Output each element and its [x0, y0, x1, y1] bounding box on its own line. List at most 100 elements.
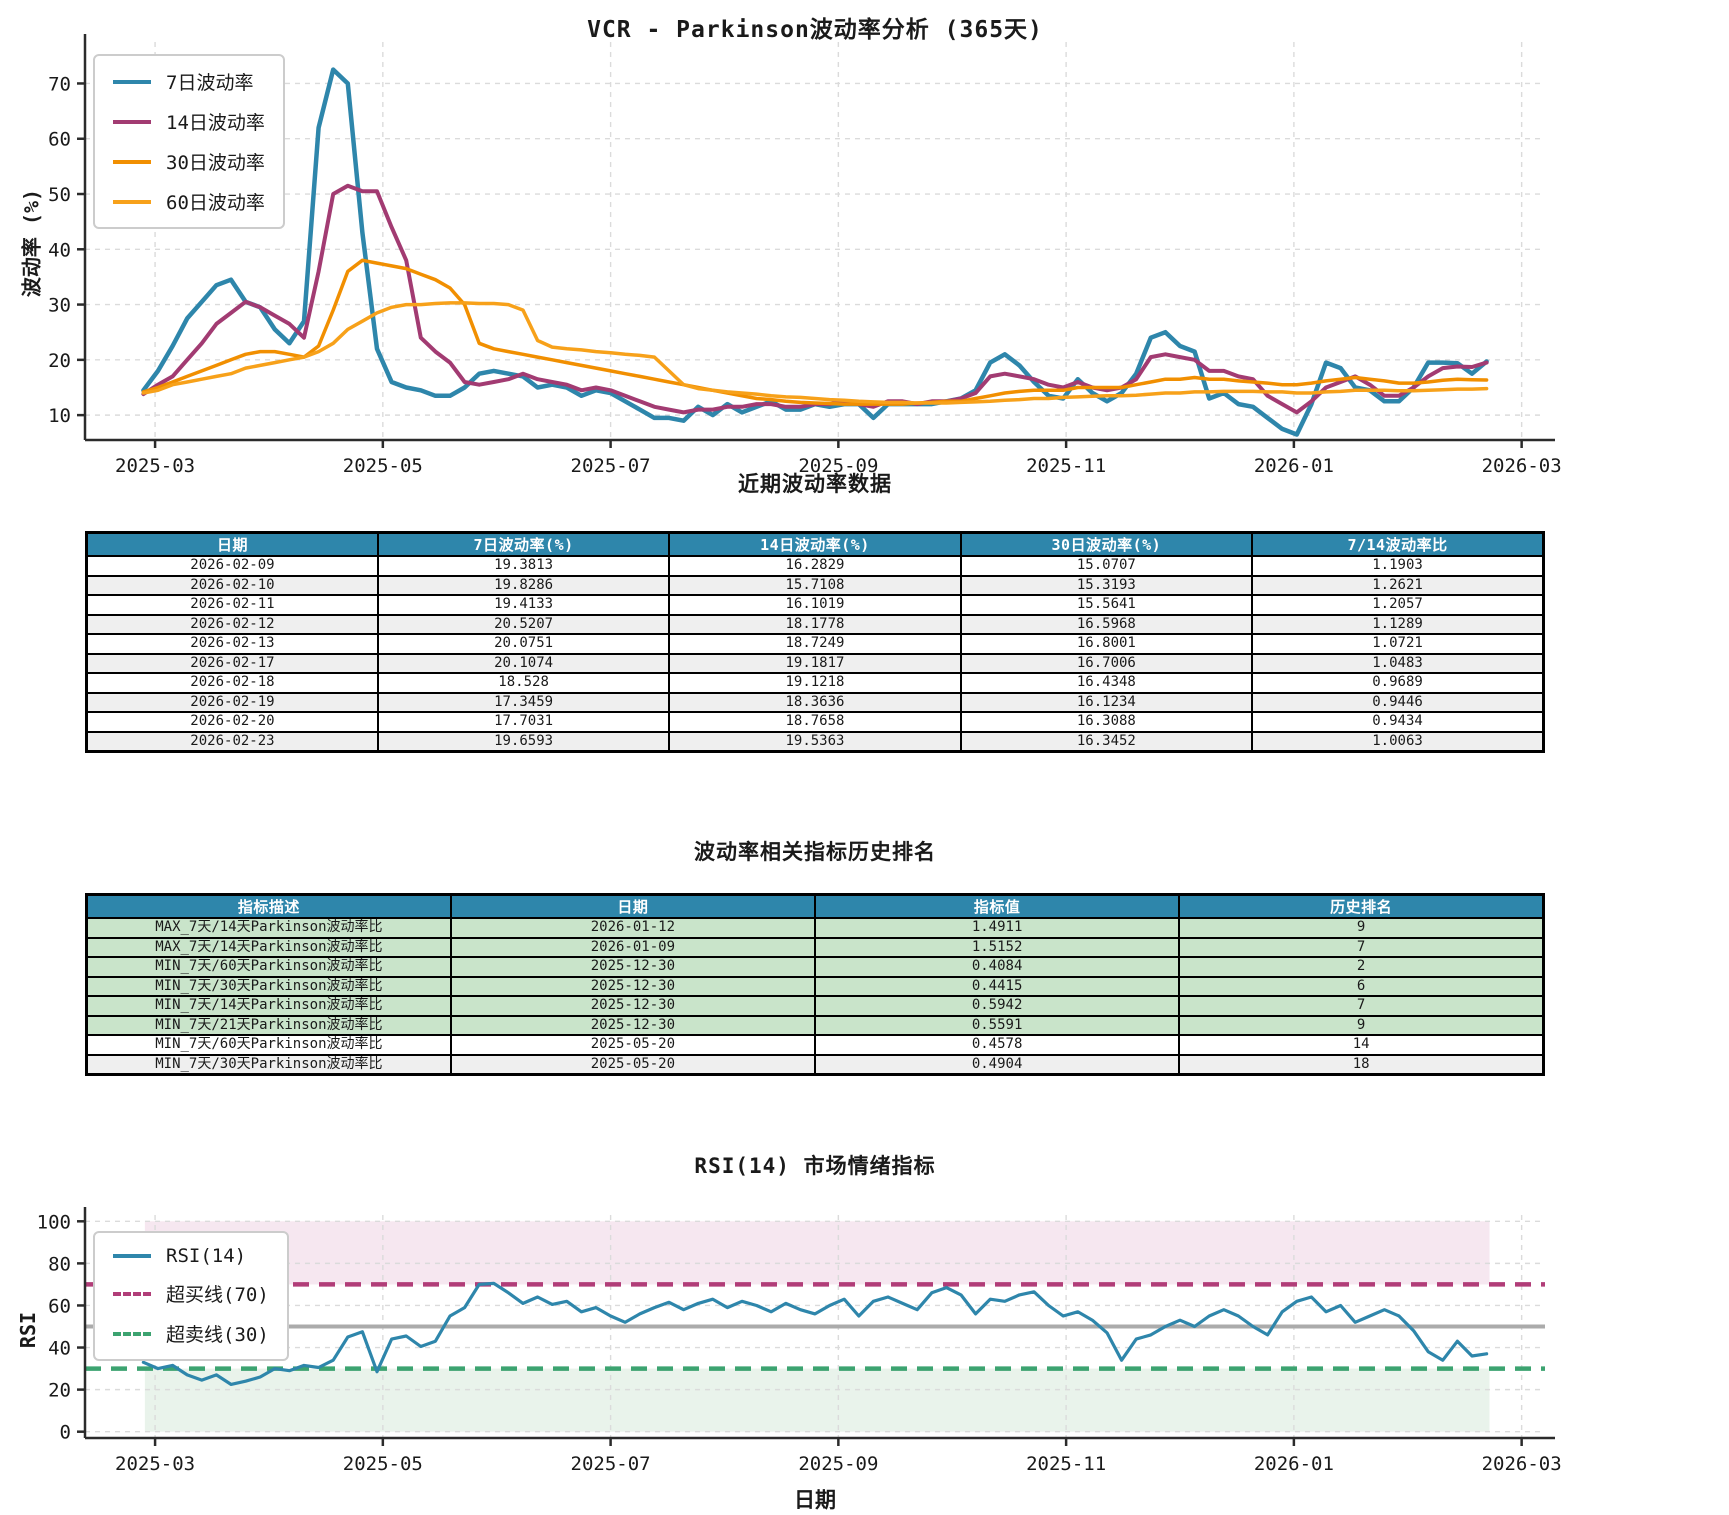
- column-header: 日期: [449, 893, 817, 919]
- band: [144, 1221, 1490, 1285]
- table-cell: 16.3452: [959, 730, 1254, 753]
- table-cell: 2026-02-09: [85, 555, 379, 577]
- x-tick-label: 2026-01: [1254, 1453, 1334, 1475]
- table-cell: 0.9434: [1251, 711, 1545, 733]
- table-cell: 2: [1178, 956, 1545, 978]
- legend-item: 超卖线(30): [113, 1320, 269, 1347]
- table-row: MIN_7天/14天Parkinson波动率比 2025-12-30 0.5942 7: [85, 995, 1545, 1017]
- volatility-dashboard: VCR - Parkinson波动率分析 (365天) 波动率 (%) 10 20…: [0, 0, 1729, 1515]
- table-cell: 15.5641: [959, 594, 1254, 616]
- legend-line-swatch: [113, 1331, 151, 1336]
- table-cell: 0.9689: [1251, 672, 1545, 694]
- legend-label: 7日波动率: [166, 72, 254, 94]
- table-cell: 6: [1178, 975, 1545, 997]
- table-cell: 15.7108: [668, 574, 962, 596]
- table-cell: MIN_7天/60天Parkinson波动率比: [85, 956, 452, 978]
- column-header: 日期: [85, 531, 379, 557]
- ranking-table-title: 波动率相关指标历史排名: [694, 840, 936, 864]
- legend-item: 30日波动率: [113, 148, 265, 175]
- table-cell: 16.2829: [668, 555, 962, 577]
- y-tick-label: 10: [48, 405, 71, 427]
- table-cell: 18.7249: [668, 633, 962, 655]
- table-cell: MIN_7天/30天Parkinson波动率比: [85, 975, 452, 997]
- table-cell: 2026-02-19: [85, 691, 379, 713]
- table-cell: 17.7031: [376, 711, 671, 733]
- legend-item: 超买线(70): [113, 1280, 269, 1307]
- table-cell: 2026-02-18: [85, 672, 379, 694]
- y-tick-label: 60: [48, 1295, 71, 1317]
- rsi-legend: RSI(14) 超买线(70) 超卖线(30): [93, 1231, 289, 1361]
- legend-label: 超卖线(30): [166, 1324, 269, 1346]
- table-row: 2026-02-18 18.528 19.1218 16.4348 0.9689: [85, 672, 1545, 694]
- table-cell: 1.1289: [1251, 613, 1545, 635]
- table-row: 2026-02-10 19.8286 15.7108 15.3193 1.2621: [85, 574, 1545, 596]
- table-cell: 0.4084: [813, 956, 1181, 978]
- series-line: [141, 183, 1489, 415]
- legend-line-swatch: [113, 199, 151, 204]
- table-row: 2026-02-17 20.1074 19.1817 16.7006 1.0483: [85, 652, 1545, 674]
- table-cell: MIN_7天/60天Parkinson波动率比: [85, 1034, 452, 1056]
- table-cell: 20.0751: [376, 633, 671, 655]
- legend-label: 30日波动率: [166, 152, 265, 174]
- table-cell: 0.4904: [813, 1053, 1181, 1076]
- y-tick-label: 50: [48, 184, 71, 206]
- table-cell: 2025-12-30: [449, 995, 817, 1017]
- recent-table-title: 近期波动率数据: [738, 472, 892, 496]
- column-header: 30日波动率(%): [959, 531, 1254, 557]
- table-cell: 15.3193: [959, 574, 1254, 596]
- table-cell: 19.6593: [376, 730, 671, 753]
- y-tick-label: 0: [60, 1422, 71, 1444]
- table-row: MAX_7天/14天Parkinson波动率比 2026-01-12 1.4911 9: [85, 917, 1545, 939]
- table-cell: 1.5152: [813, 936, 1181, 958]
- legend-line-swatch: [113, 159, 151, 164]
- x-tick-label: 2026-03: [1482, 1453, 1562, 1475]
- table-cell: 2026-02-12: [85, 613, 379, 635]
- table-row: 2026-02-11 19.4133 16.1019 15.5641 1.2057: [85, 594, 1545, 616]
- table-cell: 2026-02-13: [85, 633, 379, 655]
- table-cell: 2026-02-11: [85, 594, 379, 616]
- legend-label: 60日波动率: [166, 192, 265, 214]
- rsi-x-axis-label: 日期: [794, 1488, 836, 1512]
- table-cell: 16.4348: [959, 672, 1254, 694]
- table-cell: 2026-01-09: [449, 936, 817, 958]
- table-cell: 2026-02-20: [85, 711, 379, 733]
- table-cell: 14: [1178, 1034, 1545, 1056]
- table-cell: 0.4578: [813, 1034, 1181, 1056]
- table-row: MIN_7天/60天Parkinson波动率比 2025-12-30 0.4084 2: [85, 956, 1545, 978]
- x-tick-label: 2025-05: [343, 1453, 423, 1475]
- table-cell: 17.3459: [376, 691, 671, 713]
- table-cell: 9: [1178, 1014, 1545, 1036]
- table-cell: 15.0707: [959, 555, 1254, 577]
- table-row: 2026-02-12 20.5207 18.1778 16.5968 1.1289: [85, 613, 1545, 635]
- legend-item: 14日波动率: [113, 108, 265, 135]
- legend-label: RSI(14): [166, 1245, 247, 1267]
- table-row: 2026-02-20 17.7031 18.7658 16.3088 0.9434: [85, 711, 1545, 733]
- table-cell: 0.5591: [813, 1014, 1181, 1036]
- table-cell: 2025-12-30: [449, 956, 817, 978]
- y-tick-label: 20: [48, 350, 71, 372]
- legend-item: 60日波动率: [113, 188, 265, 215]
- x-tick-label: 2025-11: [1026, 1453, 1106, 1475]
- table-cell: 18.1778: [668, 613, 962, 635]
- column-header: 7日波动率(%): [376, 531, 671, 557]
- table-cell: 1.4911: [813, 917, 1181, 939]
- table-row: MIN_7天/30天Parkinson波动率比 2025-12-30 0.4415 6: [85, 975, 1545, 997]
- y-tick-label: 20: [48, 1380, 71, 1402]
- table-cell: 2025-12-30: [449, 975, 817, 997]
- table-cell: 16.5968: [959, 613, 1254, 635]
- table-cell: 18.528: [376, 672, 671, 694]
- y-tick-label: 40: [48, 1338, 71, 1360]
- table-cell: 16.7006: [959, 652, 1254, 674]
- table-cell: MAX_7天/14天Parkinson波动率比: [85, 917, 452, 939]
- legend-label: 14日波动率: [166, 112, 265, 134]
- table-cell: 2026-02-17: [85, 652, 379, 674]
- column-header: 指标值: [813, 893, 1181, 919]
- x-tick-label: 2025-03: [115, 1453, 195, 1475]
- table-cell: 1.0483: [1251, 652, 1545, 674]
- series-line: [141, 67, 1489, 437]
- legend-line-swatch: [113, 1291, 151, 1296]
- rsi-chart-title: RSI(14) 市场情绪指标: [694, 1154, 936, 1178]
- table-row: 2026-02-19 17.3459 18.3636 16.1234 0.9446: [85, 691, 1545, 713]
- table-cell: 18.3636: [668, 691, 962, 713]
- table-cell: 19.8286: [376, 574, 671, 596]
